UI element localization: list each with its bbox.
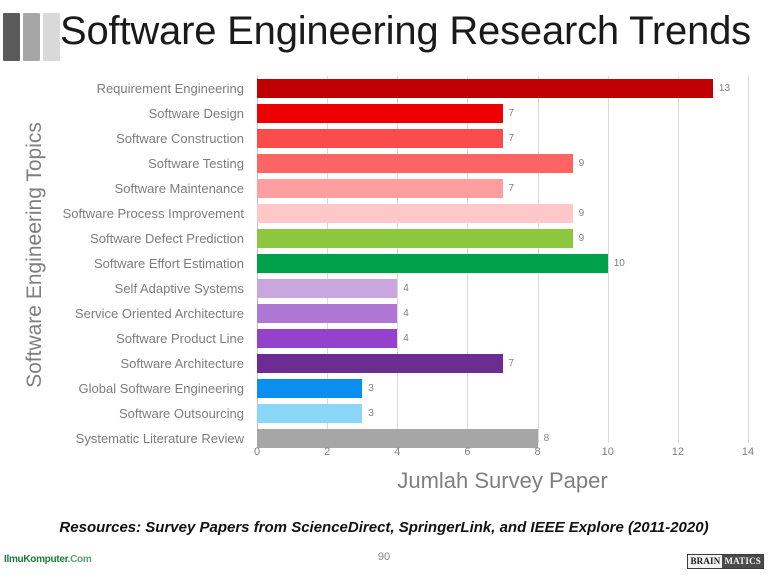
bar-row: 7 — [257, 101, 748, 126]
x-axis-tick: 12 — [671, 446, 684, 458]
bar-value-label: 9 — [578, 233, 585, 244]
x-axis-tick-labels: 0 2 4 6 8 10 12 14 — [253, 446, 754, 466]
slide-title-bar: Software Engineering Research Trends — [0, 0, 768, 72]
ilmukomputer-logo: IlmuKomputer.Com — [4, 554, 92, 565]
y-axis-label: Software Design — [148, 106, 244, 121]
bar — [257, 354, 503, 373]
bar-value-label: 7 — [508, 133, 515, 144]
bar-value-label: 4 — [403, 333, 409, 344]
bar-value-label: 4 — [403, 283, 409, 294]
bar-row: 10 — [257, 251, 748, 276]
bar — [257, 254, 608, 273]
y-axis-label: Software Architecture — [120, 356, 244, 371]
bar-row: 7 — [257, 126, 748, 151]
logo-right-part2: MATICS — [722, 555, 763, 568]
x-axis-tick: 6 — [464, 446, 471, 458]
bar-row: 13 — [257, 76, 748, 101]
y-axis-label: Service Oriented Architecture — [74, 306, 244, 321]
y-axis-label: Global Software Engineering — [78, 381, 245, 396]
y-axis-label: Self Adaptive Systems — [114, 281, 244, 296]
y-axis-category-labels: Requirement Engineering Software Design So… — [40, 76, 252, 451]
brainmatics-logo: BRAIN MATICS — [687, 554, 764, 569]
bar-value-label: 7 — [508, 183, 515, 194]
bar — [257, 79, 713, 98]
bar — [257, 129, 503, 148]
plot-area: 13 7 7 9 7 9 9 10 4 4 4 7 3 3 8 — [257, 76, 749, 448]
bar-series: 13 7 7 9 7 9 9 10 4 4 4 7 3 3 8 — [257, 76, 748, 448]
y-axis-label: Software Construction — [116, 131, 244, 146]
bar-row: 3 — [257, 376, 748, 401]
bar-row: 4 — [257, 276, 748, 301]
bar-row: 3 — [257, 401, 748, 426]
bar-value-label: 10 — [613, 258, 625, 269]
bar — [257, 154, 573, 173]
x-axis-tick: 2 — [324, 446, 331, 458]
bar-row: 9 — [257, 226, 748, 251]
resources-note: Resources: Survey Papers from ScienceDir… — [59, 519, 709, 536]
x-axis-tick: 10 — [601, 446, 614, 458]
bar — [257, 329, 398, 348]
x-axis-tick: 14 — [741, 446, 755, 458]
bar-value-label: 13 — [718, 83, 731, 94]
bar — [257, 279, 398, 298]
bar — [257, 304, 398, 323]
bar-value-label: 9 — [578, 208, 585, 219]
decorative-bar-3 — [43, 13, 60, 61]
bar-chart: Software Engineering Topics Requirement … — [0, 68, 768, 493]
bar-row: 9 — [257, 201, 748, 226]
decorative-bar-1 — [3, 13, 20, 61]
decorative-bar-2 — [23, 13, 40, 61]
bar-value-label: 7 — [508, 358, 515, 369]
bar-row: 4 — [257, 326, 748, 351]
bar — [257, 204, 573, 223]
y-axis-label: Software Effort Estimation — [93, 256, 244, 271]
bar-value-label: 3 — [368, 383, 374, 394]
bar-value-label: 9 — [578, 158, 585, 169]
bar-row: 7 — [257, 351, 748, 376]
bar — [257, 104, 503, 123]
y-axis-label: Software Process Improvement — [62, 206, 244, 221]
bar-value-label: 4 — [403, 308, 409, 319]
logo-right-part1: BRAIN — [688, 555, 723, 568]
bar — [257, 179, 503, 198]
bar — [257, 379, 363, 398]
bar-value-label: 3 — [368, 408, 374, 419]
y-axis-label: Software Product Line — [116, 331, 244, 346]
decorative-bars — [3, 13, 60, 61]
bar-row: 7 — [257, 176, 748, 201]
y-axis-label: Software Testing — [148, 156, 244, 171]
page-title: Software Engineering Research Trends — [60, 9, 751, 53]
bar — [257, 229, 573, 248]
y-axis-label: Requirement Engineering — [96, 81, 244, 96]
bar-row: 4 — [257, 301, 748, 326]
y-axis-label: Software Maintenance — [114, 181, 244, 196]
gridline — [748, 76, 749, 443]
y-axis-label: Software Outsourcing — [118, 406, 244, 421]
x-axis-tick: 4 — [394, 446, 401, 458]
bar-row: 9 — [257, 151, 748, 176]
y-axis-label: Systematic Literature Review — [75, 431, 244, 446]
x-axis-tick: 0 — [253, 446, 261, 458]
x-axis-tick: 8 — [534, 446, 541, 458]
x-axis-title: Jumlah Survey Paper — [397, 468, 608, 493]
bar — [257, 404, 363, 423]
bar-value-label: 7 — [508, 108, 515, 119]
logo-left-name: IlmuKomputer — [4, 554, 68, 565]
y-axis-label: Software Defect Prediction — [90, 231, 244, 246]
page-number: 90 — [377, 551, 391, 563]
logo-left-suffix: .Com — [67, 554, 92, 565]
